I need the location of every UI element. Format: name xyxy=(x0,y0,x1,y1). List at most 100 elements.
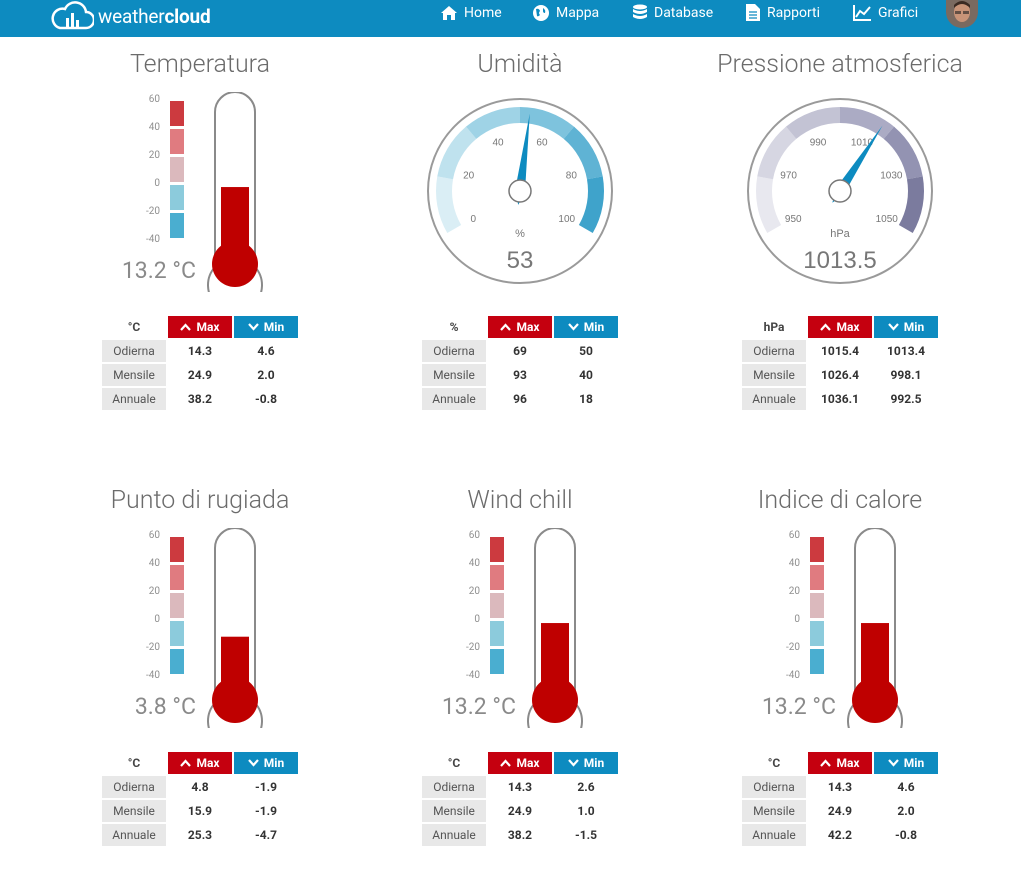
stats-header-row: °C Max Min xyxy=(742,752,938,774)
scale-swatch xyxy=(170,537,184,562)
stats-row: Annuale 42.2 -0.8 xyxy=(742,824,938,846)
min-header: Min xyxy=(554,752,618,774)
max-header-label: Max xyxy=(196,320,220,334)
card-title: Temperatura xyxy=(129,50,271,79)
min-value: -1.9 xyxy=(255,804,277,818)
min-value: 40 xyxy=(579,368,593,382)
nav-home[interactable]: Home xyxy=(440,0,502,25)
chevron-up-icon xyxy=(500,323,512,331)
max-header-label: Max xyxy=(196,756,220,770)
current-value: 3.8 °C xyxy=(134,693,196,720)
max-header: Max xyxy=(488,316,552,338)
card-pressione: Pressione atmosferica 950 970 990 1010 1030 10… xyxy=(680,38,1000,448)
row-label: Mensile xyxy=(742,800,806,822)
card-umidita: Umidità 0 20 40 60 80 100% 53% Max Min Odierna 69 50… xyxy=(360,38,680,448)
scale-label: 40 xyxy=(148,122,160,133)
chevron-up-icon xyxy=(180,759,192,767)
chevron-down-icon xyxy=(567,323,579,331)
scale-swatch xyxy=(170,649,184,674)
min-header-label: Min xyxy=(583,320,605,334)
min-header: Min xyxy=(234,316,298,338)
user-avatar[interactable] xyxy=(946,0,978,28)
unit-label: °C xyxy=(767,756,781,770)
max-value: 1036.1 xyxy=(821,392,859,406)
chevron-up-icon xyxy=(820,759,832,767)
gauge-value: 1013.5 xyxy=(803,247,876,274)
max-value: 96 xyxy=(513,392,527,406)
row-label: Mensile xyxy=(742,364,806,386)
stats-header-row: °C Max Min xyxy=(102,752,298,774)
scale-label: 60 xyxy=(148,530,160,541)
card-title: Pressione atmosferica xyxy=(717,50,963,79)
min-value: -1.5 xyxy=(575,828,597,842)
chevron-down-icon xyxy=(887,323,899,331)
min-header-content: Min xyxy=(874,320,938,334)
max-value: 1015.4 xyxy=(821,344,859,358)
nav-mappa[interactable]: Mappa xyxy=(532,0,599,25)
scale-label: 0 xyxy=(154,614,160,625)
logo[interactable]: weathercloud xyxy=(50,0,211,32)
stats-row: Mensile 24.9 2.0 xyxy=(102,364,298,386)
chevron-up-icon xyxy=(180,323,192,331)
row-label: Odierna xyxy=(102,776,166,798)
current-value: 13.2 °C xyxy=(121,257,196,284)
gauge: 950970990 101010301050hPa1013.5 xyxy=(747,98,933,284)
nav-rapporti[interactable]: Rapporti xyxy=(745,0,820,25)
stats-table: °C Max Min Odierna 4.8 -1.9 Mensile 15.9 -1.9 Ann… xyxy=(100,750,300,848)
unit-label: °C xyxy=(127,756,141,770)
stats-row: Mensile 15.9 -1.9 xyxy=(102,800,298,822)
logo-text-light: weather xyxy=(98,4,165,28)
min-header: Min xyxy=(874,752,938,774)
gauge-tick-label: 60 xyxy=(536,138,548,149)
row-label: Odierna xyxy=(422,340,486,362)
row-label: Annuale xyxy=(422,824,486,846)
min-header-label: Min xyxy=(263,320,285,334)
stats-row: Odierna 4.8 -1.9 xyxy=(102,776,298,798)
thermometer xyxy=(527,528,583,728)
max-header: Max xyxy=(808,752,872,774)
logo-text-bold: cloud xyxy=(164,4,211,28)
document-icon xyxy=(746,4,760,21)
min-value: 2.0 xyxy=(257,368,275,382)
row-label: Odierna xyxy=(742,776,806,798)
min-header-content: Min xyxy=(234,320,298,334)
gauge-value: 53 xyxy=(507,247,534,274)
max-header: Max xyxy=(168,752,232,774)
current-value: 13.2 °C xyxy=(761,693,836,720)
min-value: 2.6 xyxy=(577,780,595,794)
max-value: 38.2 xyxy=(187,392,213,406)
cloud-chart-icon xyxy=(51,1,94,30)
scale-label: -20 xyxy=(145,642,160,653)
thermometer-bulb xyxy=(532,677,578,723)
min-header-content: Min xyxy=(554,756,618,770)
stats-header-row: hPa Max Min xyxy=(742,316,938,338)
gauge-tick-label: 40 xyxy=(492,138,504,149)
gauge-tick-label: 20 xyxy=(463,170,475,181)
min-value: 1.0 xyxy=(577,804,595,818)
gauge-pivot xyxy=(508,179,532,203)
stats-row: Odierna 14.3 4.6 xyxy=(742,776,938,798)
scale-label: 40 xyxy=(468,558,480,569)
max-value: 14.3 xyxy=(187,344,213,358)
card-temperatura: Temperatura 60 40 20 0 -20 -40 13.2 °C °C Max Min O… xyxy=(40,38,360,448)
min-value: 2.0 xyxy=(897,804,915,818)
max-value: 24.9 xyxy=(827,804,853,818)
stats-header-row: °C Max Min xyxy=(422,752,618,774)
chevron-up-icon xyxy=(500,759,512,767)
card-wind-chill: Wind chill 60 40 20 0 -20 -40 13.2 °C °C Max Min Od… xyxy=(360,474,680,884)
min-value: -0.8 xyxy=(895,828,917,842)
max-header: Max xyxy=(168,316,232,338)
gauge-unit: hPa xyxy=(830,228,850,240)
max-header-content: Max xyxy=(488,320,552,334)
min-header-label: Min xyxy=(903,320,925,334)
stats-table: hPa Max Min Odierna 1015.4 1013.4 Mensile 1026.… xyxy=(740,314,940,412)
max-value: 4.8 xyxy=(191,780,209,794)
nav-grafici[interactable]: Grafici xyxy=(852,0,918,25)
min-value: 18 xyxy=(579,392,593,406)
chevron-up-icon xyxy=(820,323,832,331)
scale-swatch xyxy=(170,129,184,154)
unit-label: °C xyxy=(127,320,141,334)
scale-swatch xyxy=(810,621,824,646)
max-value: 38.2 xyxy=(507,828,533,842)
nav-database[interactable]: Database xyxy=(632,0,713,25)
